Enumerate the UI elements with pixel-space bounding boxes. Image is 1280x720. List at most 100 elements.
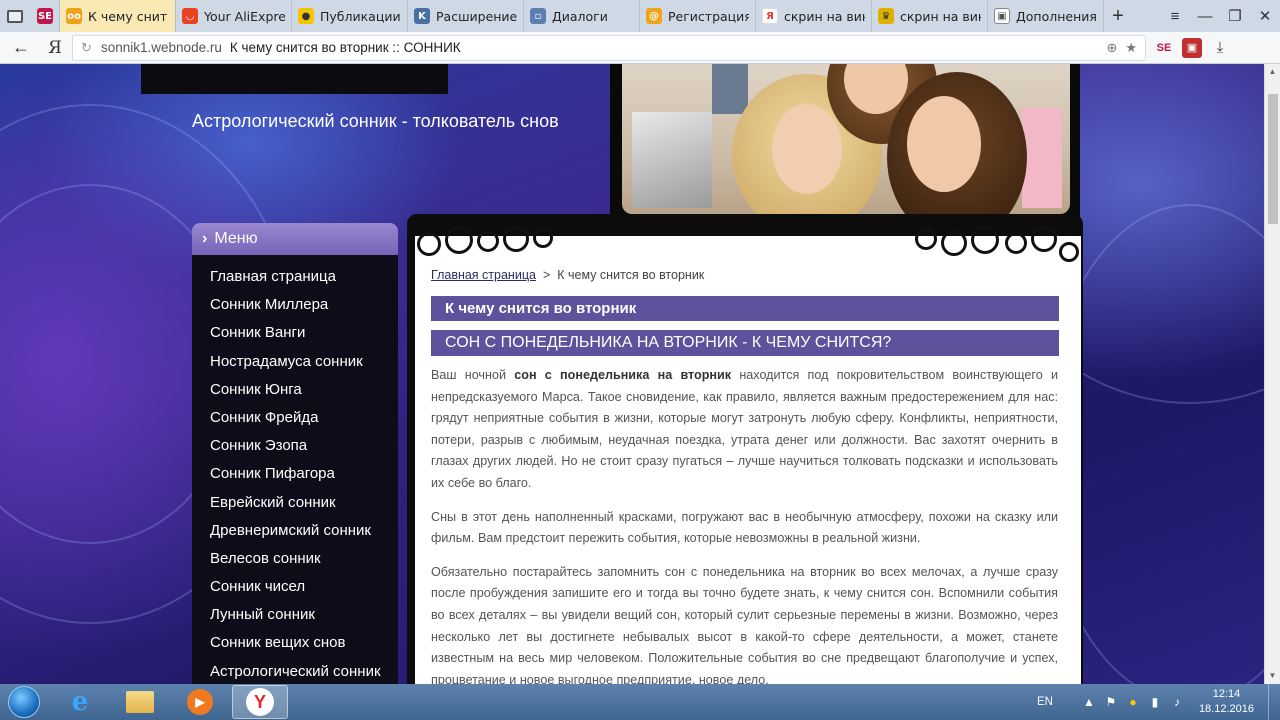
window-controls: ≡ — ❐ ✕ [1160, 0, 1280, 32]
close-icon[interactable]: ✕ [1250, 7, 1280, 25]
menu-item-vanga[interactable]: Сонник Ванги [192, 319, 398, 347]
page-title-in-omnibox: К чему снится во вторник :: СОННИК [229, 40, 461, 55]
omnibox-actions: ⊕ ★ [1106, 40, 1145, 56]
network-icon[interactable]: ▮ [1145, 695, 1165, 709]
tab-label: Диалоги [552, 8, 608, 24]
tab-label: Регистрация н [668, 8, 749, 24]
paragraph-text: Ваш ночной [431, 368, 515, 382]
se-extension-icon[interactable]: SE [1154, 38, 1174, 58]
clock[interactable]: 12:14 18.12.2016 [1199, 687, 1254, 717]
menu-icon[interactable]: ≡ [1160, 8, 1190, 25]
tab-dialogs[interactable]: ▫ Диалоги [524, 0, 640, 32]
tab-screen-yandex[interactable]: Я скрин на винд [756, 0, 872, 32]
internet-explorer-icon: e [71, 687, 89, 717]
show-desktop-button[interactable] [1268, 684, 1280, 720]
download-icon[interactable]: ⤓ [1210, 38, 1230, 58]
tabs-icon [7, 9, 23, 23]
new-tab-button[interactable]: + [1104, 0, 1132, 32]
tab-screen-crown[interactable]: ♛ скрин на винд [872, 0, 988, 32]
restore-icon[interactable]: ❐ [1220, 7, 1250, 25]
url-host: sonnik1.webnode.ru [101, 40, 222, 55]
screenshot-extension-icon[interactable]: ▣ [1182, 37, 1202, 58]
scroll-up-icon[interactable]: ▲ [1265, 64, 1280, 80]
shopping-bag-image [632, 112, 712, 208]
menu-item-aesop[interactable]: Сонник Эзопа [192, 432, 398, 460]
folder-icon [126, 691, 154, 713]
decorative-circle [417, 232, 441, 256]
minimize-icon[interactable]: — [1190, 8, 1220, 25]
tab-aliexpress[interactable]: ◡ Your AliExpress [176, 0, 292, 32]
tab-label: К чему снит [88, 8, 168, 24]
back-arrow-icon[interactable]: ← [0, 37, 42, 58]
menu-item-prophetic[interactable]: Сонник вещих снов [192, 629, 398, 657]
article-paragraph: Обязательно постарайтесь запомнить сон с… [431, 564, 1058, 684]
extensions-area: SE ▣ ⤓ [1154, 37, 1230, 58]
sidebar-menu: Главная страница Сонник Миллера Сонник В… [192, 255, 398, 684]
menu-item-veles[interactable]: Велесов сонник [192, 545, 398, 573]
addons-icon: ▣ [994, 8, 1010, 24]
page-scrollbar[interactable]: ▲ ▼ [1264, 64, 1280, 684]
aliexpress-icon: ◡ [182, 8, 198, 24]
bookmark-star-icon[interactable]: ★ [1125, 40, 1137, 56]
menu-item-freud[interactable]: Сонник Фрейда [192, 404, 398, 432]
tab-extension[interactable]: K Расширение - [408, 0, 524, 32]
antivirus-icon[interactable]: ● [1123, 695, 1143, 709]
yandex-icon: Я [762, 8, 778, 24]
menu-item-ancient-roman[interactable]: Древнеримский сонник [192, 517, 398, 545]
decorative-circle [533, 228, 553, 248]
address-bar-row: ← Я ↻ sonnik1.webnode.ru К чему снится в… [0, 32, 1280, 64]
start-button[interactable] [0, 684, 48, 720]
address-input[interactable]: ↻ sonnik1.webnode.ru К чему снится во вт… [72, 34, 1146, 61]
decorative-circle [503, 226, 529, 252]
scroll-down-icon[interactable]: ▼ [1265, 668, 1280, 684]
shopping-bag-image [1022, 108, 1062, 208]
section-heading: СОН С ПОНЕДЕЛЬНИКА НА ВТОРНИК - К ЧЕМУ С… [431, 330, 1059, 356]
se-icon: SE [37, 8, 53, 24]
tab-publications[interactable]: ● Публикации | [292, 0, 408, 32]
decorative-circle [1005, 232, 1027, 254]
taskbar-internet-explorer[interactable]: e [52, 685, 108, 719]
tab-overview-button[interactable] [0, 0, 30, 32]
yandex-logo-icon[interactable]: Я [42, 38, 68, 58]
volume-icon[interactable]: ♪ [1167, 695, 1187, 709]
menu-item-nostradamus[interactable]: Нострадамуса сонник [192, 348, 398, 376]
clock-time: 12:14 [1212, 688, 1241, 700]
taskbar-explorer[interactable] [112, 685, 168, 719]
girl-face-image [907, 96, 981, 192]
breadcrumb-home-link[interactable]: Главная страница [431, 268, 536, 282]
menu-item-jung[interactable]: Сонник Юнга [192, 376, 398, 404]
menu-item-miller[interactable]: Сонник Миллера [192, 291, 398, 319]
breadcrumb: Главная страница > К чему снится во вторни… [431, 268, 704, 282]
taskbar-yandex-browser[interactable]: Y [232, 685, 288, 719]
tab-label: скрин на винд [900, 8, 981, 24]
menu-item-lunar[interactable]: Лунный сонник [192, 601, 398, 629]
tab-addons[interactable]: ▣ Дополнения [988, 0, 1104, 32]
article-paragraph: Ваш ночной сон с понедельника на вторник… [431, 365, 1058, 495]
header-photo-frame [610, 64, 1080, 226]
tab-active-sonnik[interactable]: oo К чему снит [60, 0, 176, 32]
decorative-circle [941, 230, 967, 256]
scrollbar-thumb[interactable] [1268, 94, 1278, 224]
reload-icon[interactable]: ↻ [81, 40, 101, 56]
menu-item-pythagoras[interactable]: Сонник Пифагора [192, 460, 398, 488]
media-player-icon: ▶ [187, 689, 213, 715]
menu-item-jewish[interactable]: Еврейский сонник [192, 489, 398, 517]
taskbar-media-player[interactable]: ▶ [172, 685, 228, 719]
menu-header[interactable]: › Меню [192, 223, 398, 255]
protect-icon[interactable]: ⊕ [1106, 40, 1117, 56]
menu-item-home[interactable]: Главная страница [192, 263, 398, 291]
tab-pinned-se[interactable]: SE [30, 0, 60, 32]
site-title: Астрологический сонник - толкователь сно… [192, 111, 559, 131]
menu-item-numbers[interactable]: Сонник чисел [192, 573, 398, 601]
show-hidden-icons-icon[interactable]: ▲ [1079, 695, 1099, 709]
language-indicator[interactable]: EN [1037, 696, 1053, 708]
tab-registration[interactable]: @ Регистрация н [640, 0, 756, 32]
tab-label: Your AliExpress [204, 8, 285, 24]
menu-item-astrological[interactable]: Астрологический сонник [192, 658, 398, 684]
decorative-circle [1059, 242, 1079, 262]
tab-strip: SE oo К чему снит ◡ Your AliExpress ● Пу… [0, 0, 1280, 32]
decorative-circle [915, 228, 937, 250]
page-heading: К чему снится во вторник [431, 296, 1059, 321]
flag-icon[interactable]: ⚑ [1101, 695, 1121, 709]
zen-icon: ● [298, 8, 314, 24]
